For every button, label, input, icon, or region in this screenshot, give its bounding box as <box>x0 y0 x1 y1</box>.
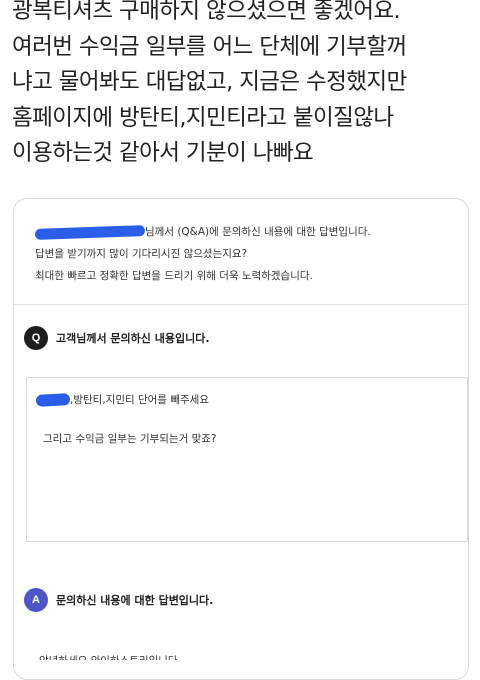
question-line-2: 그리고 수익금 일부는 기부되는거 맞죠? <box>43 433 217 445</box>
divider <box>14 304 468 305</box>
answer-badge-icon: A <box>24 588 48 612</box>
question-heading: 고객님께서 문의하신 내용입니다. <box>56 332 210 345</box>
post-line: 여러번 수익금 일부를 어느 단체에 기부할꺼 <box>12 33 407 60</box>
qna-reply-card: 님께서 (Q&A)에 문의하신 내용에 대한 답변입니다. 답변을 받기까지 많… <box>13 198 469 680</box>
redaction-mark <box>35 393 71 407</box>
answer-heading: 문의하신 내용에 대한 답변입니다. <box>56 594 214 607</box>
intro-line-2: 답변을 받기까지 많이 기다리시진 않으셨는지요? <box>35 248 248 260</box>
question-line-1: ,방탄티,지민티 단어를 빼주세요 <box>70 394 209 406</box>
answer-preview: 안녕하세요 와이하스토리입니다 <box>39 651 178 660</box>
reply-intro: 님께서 (Q&A)에 문의하신 내용에 대한 답변입니다. 답변을 받기까지 많… <box>34 221 371 287</box>
intro-line-1: 님께서 (Q&A)에 문의하신 내용에 대한 답변입니다. <box>145 226 371 238</box>
post-line: 홈페이지에 방탄티,지민티라고 붙이질않나 <box>12 104 394 131</box>
intro-line-3: 최대한 빠르고 정확한 답변을 드리기 위해 더욱 노력하겠습니다. <box>35 270 313 282</box>
post-line: 광복티셔츠 구매하지 않으셨으면 좋겠어요. <box>12 0 401 24</box>
question-badge-icon: Q <box>24 326 48 350</box>
post-text: 광복티셔츠 구매하지 않으셨으면 좋겠어요. 여러번 수익금 일부를 어느 단체… <box>12 0 478 172</box>
redaction-mark <box>34 224 146 240</box>
question-header: Q 고객님께서 문의하신 내용입니다. <box>24 325 210 351</box>
post-line: 이용하는것 같아서 기분이 나빠요 <box>12 140 314 166</box>
question-content-box: ,방탄티,지민티 단어를 빼주세요 그리고 수익금 일부는 기부되는거 맞죠? <box>26 377 468 542</box>
post-line: 냐고 물어봐도 대답없고, 지금은 수정했지만 <box>12 69 407 95</box>
answer-header: A 문의하신 내용에 대한 답변입니다. <box>24 587 213 613</box>
